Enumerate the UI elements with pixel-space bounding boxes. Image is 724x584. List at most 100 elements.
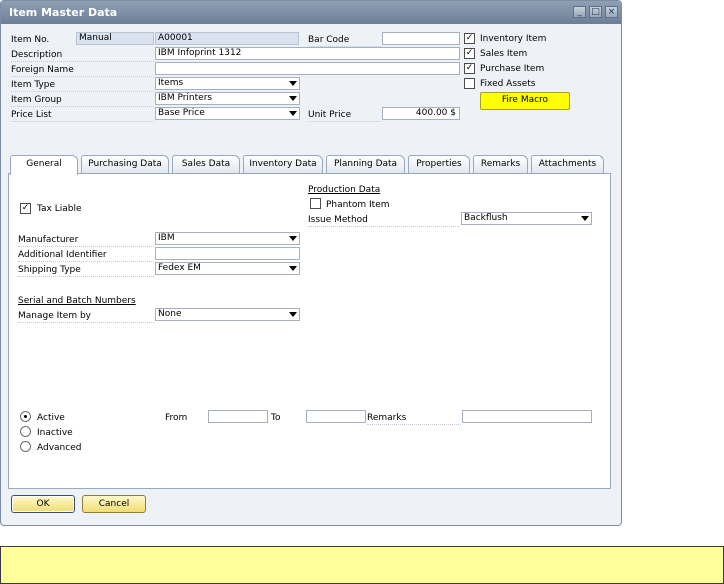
- tab-remarks[interactable]: Remarks: [473, 155, 528, 174]
- tax-liable-checkbox[interactable]: ✓: [20, 203, 31, 214]
- fire-macro-button[interactable]: Fire Macro: [480, 92, 570, 110]
- bar-code-label: Bar Code: [308, 35, 350, 45]
- tab-general[interactable]: General: [10, 155, 78, 175]
- description-label: Description: [11, 50, 63, 60]
- price-list-underline: [11, 121, 154, 122]
- price-list-value: Base Price: [158, 108, 205, 118]
- manufacturer-underline: [18, 246, 154, 247]
- production-heading: Production Data: [308, 185, 381, 195]
- price-list-label: Price List: [11, 110, 52, 120]
- bar-code-field[interactable]: [382, 32, 460, 45]
- item-no-label: Item No.: [11, 35, 50, 45]
- item-type-select[interactable]: Items: [155, 77, 300, 90]
- description-field[interactable]: IBM Infoprint 1312: [155, 47, 460, 60]
- item-type-value: Items: [158, 78, 184, 88]
- unit-price-field[interactable]: 400.00 $: [382, 107, 460, 120]
- unit-price-underline: [308, 121, 381, 122]
- item-master-data-window: Item Master Data _ □ × Item No. Manual A…: [0, 0, 622, 526]
- status-advanced-radio[interactable]: [20, 441, 31, 452]
- sales-item-checkbox[interactable]: ✓: [464, 48, 475, 59]
- maximize-icon[interactable]: □: [589, 6, 602, 18]
- item-group-select[interactable]: IBM Printers: [155, 92, 300, 105]
- check-icon: ✓: [465, 48, 474, 58]
- ok-button[interactable]: OK: [11, 495, 75, 513]
- item-type-underline: [11, 91, 154, 92]
- chevron-down-icon: [289, 81, 297, 86]
- additional-identifier-field[interactable]: [155, 247, 300, 260]
- tab-purchasing-data[interactable]: Purchasing Data: [81, 155, 169, 174]
- from-date-field[interactable]: [208, 410, 268, 423]
- phantom-item-checkbox[interactable]: [310, 198, 321, 209]
- cancel-button[interactable]: Cancel: [82, 495, 146, 513]
- shipping-type-select[interactable]: Fedex EM: [155, 262, 300, 275]
- fixed-assets-label: Fixed Assets: [480, 79, 536, 89]
- chevron-down-icon: [581, 216, 589, 221]
- manufacturer-value: IBM: [158, 233, 175, 243]
- foreign-name-underline: [11, 76, 154, 77]
- minimize-icon[interactable]: _: [573, 6, 586, 18]
- item-group-value: IBM Printers: [158, 93, 213, 103]
- status-active-label: Active: [37, 413, 65, 423]
- issue-method-select[interactable]: Backflush: [461, 212, 592, 225]
- shipping-type-value: Fedex EM: [158, 263, 201, 273]
- serial-batch-heading: Serial and Batch Numbers: [18, 296, 136, 306]
- item-no-field[interactable]: A00001: [155, 32, 299, 45]
- unit-price-label: Unit Price: [308, 110, 352, 120]
- tab-attachments[interactable]: Attachments: [531, 155, 604, 174]
- remarks-underline: [367, 424, 461, 425]
- chevron-down-icon: [289, 266, 297, 271]
- manufacturer-label: Manufacturer: [18, 235, 79, 245]
- chevron-down-icon: [289, 96, 297, 101]
- manufacturer-select[interactable]: IBM: [155, 232, 300, 245]
- tax-liable-label: Tax Liable: [37, 204, 82, 214]
- title-bar[interactable]: Item Master Data _ □ ×: [1, 1, 621, 24]
- window-title: Item Master Data: [9, 6, 118, 19]
- shipping-type-label: Shipping Type: [18, 265, 81, 275]
- status-active-radio[interactable]: [20, 411, 31, 422]
- status-bar: [0, 546, 724, 584]
- foreign-name-label: Foreign Name: [11, 65, 74, 75]
- shipping-type-underline: [18, 276, 154, 277]
- issue-method-underline: [308, 226, 460, 227]
- check-icon: ✓: [21, 203, 30, 213]
- manage-item-by-underline: [18, 322, 154, 323]
- chevron-down-icon: [289, 111, 297, 116]
- purchase-item-checkbox[interactable]: ✓: [464, 63, 475, 74]
- price-list-select[interactable]: Base Price: [155, 107, 300, 120]
- close-icon[interactable]: ×: [605, 6, 618, 18]
- item-group-label: Item Group: [11, 95, 62, 105]
- check-icon: ✓: [465, 33, 474, 43]
- tab-planning-data[interactable]: Planning Data: [326, 155, 405, 174]
- tab-inventory-data[interactable]: Inventory Data: [243, 155, 323, 174]
- manage-item-by-label: Manage Item by: [18, 311, 91, 321]
- remarks-field[interactable]: [462, 410, 592, 423]
- chevron-down-icon: [289, 236, 297, 241]
- bar-code-underline: [308, 46, 381, 47]
- description-underline: [11, 61, 154, 62]
- purchase-item-label: Purchase Item: [480, 64, 545, 74]
- radio-dot-icon: [24, 415, 27, 418]
- item-group-underline: [11, 106, 154, 107]
- inventory-item-checkbox[interactable]: ✓: [464, 33, 475, 44]
- status-inactive-label: Inactive: [37, 428, 73, 438]
- item-type-label: Item Type: [11, 80, 56, 90]
- tab-properties[interactable]: Properties: [408, 155, 470, 174]
- phantom-item-label: Phantom Item: [326, 200, 390, 210]
- issue-method-value: Backflush: [464, 213, 508, 223]
- check-icon: ✓: [465, 63, 474, 73]
- from-label: From: [165, 413, 188, 423]
- to-date-field[interactable]: [306, 410, 366, 423]
- manage-item-by-select[interactable]: None: [155, 308, 300, 321]
- item-no-series-field[interactable]: Manual: [76, 32, 154, 45]
- manage-item-by-value: None: [158, 309, 182, 319]
- additional-identifier-label: Additional Identifier: [18, 250, 107, 260]
- remarks-label: Remarks: [367, 413, 407, 423]
- status-advanced-label: Advanced: [37, 443, 82, 453]
- tab-sales-data[interactable]: Sales Data: [172, 155, 240, 174]
- sales-item-label: Sales Item: [480, 49, 528, 59]
- status-inactive-radio[interactable]: [20, 426, 31, 437]
- chevron-down-icon: [289, 312, 297, 317]
- foreign-name-field[interactable]: [155, 62, 460, 75]
- fixed-assets-checkbox[interactable]: [464, 78, 475, 89]
- inventory-item-label: Inventory Item: [480, 34, 547, 44]
